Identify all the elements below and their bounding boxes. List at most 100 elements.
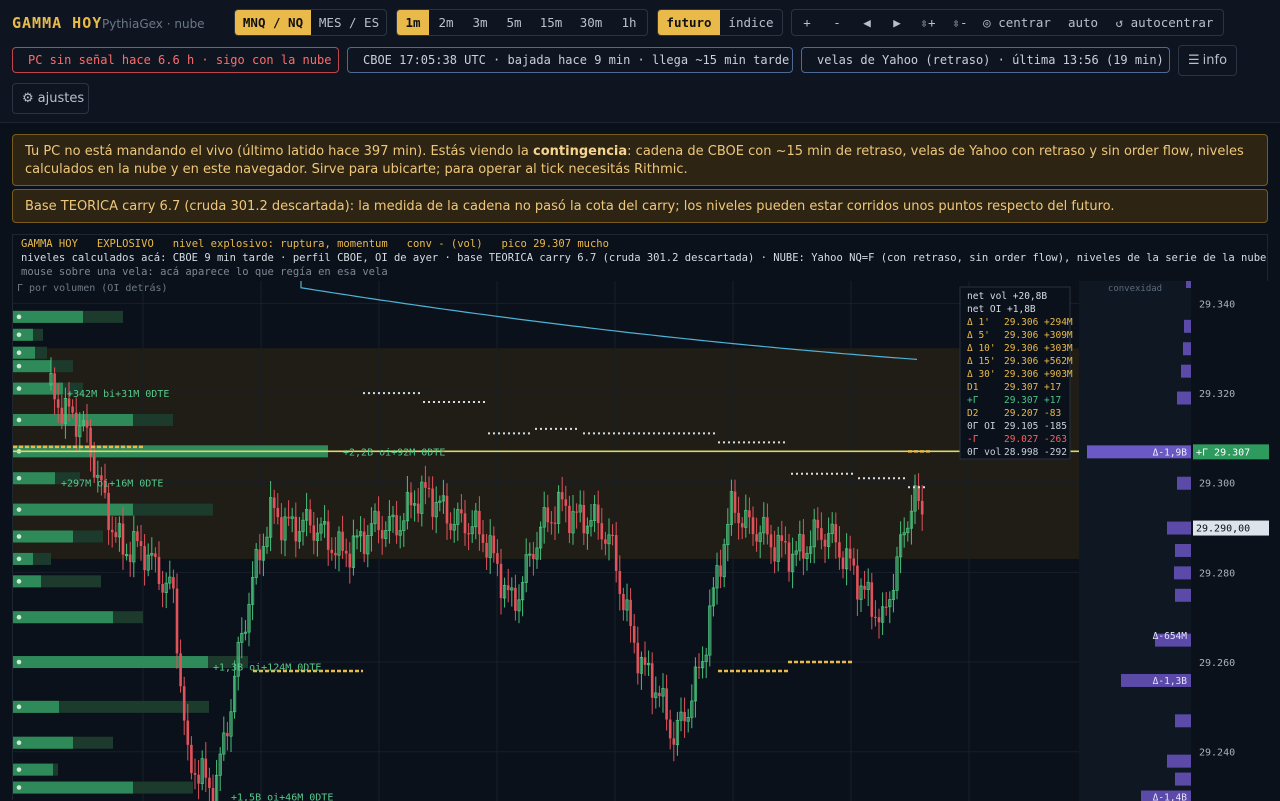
info-label: info: [1202, 53, 1228, 68]
chart-panel[interactable]: GAMMA HOY EXPLOSIVO nivel explosivo: rup…: [12, 234, 1269, 801]
candle-body: [416, 503, 420, 514]
convexity-bar: [1186, 281, 1191, 288]
convexity-bar: [1175, 714, 1191, 728]
candle-body: [478, 510, 481, 535]
candle-body: [643, 657, 647, 665]
timeframe-1m-button[interactable]: 1m: [397, 10, 429, 35]
candle-body: [668, 719, 672, 739]
candle-body: [596, 504, 600, 524]
candle-body: [179, 653, 182, 687]
regime-badge: EXPLOSIVO: [96, 238, 154, 250]
candle-body: [629, 599, 632, 627]
candle-body: [841, 557, 845, 569]
hover-hint: mouse sobre una vela: acá aparece lo que…: [21, 266, 388, 278]
key-level-delta-label: Δ-1,9B: [1153, 447, 1188, 458]
convexity-bar: [1167, 754, 1191, 768]
candle-body: [780, 535, 784, 541]
candle-body: [816, 519, 820, 529]
candle-body: [341, 531, 344, 551]
timeframe-5m-button[interactable]: 5m: [497, 10, 531, 35]
panel-row-key: Δ 15': [967, 356, 996, 367]
pan-left-button[interactable]: ◀: [852, 10, 882, 35]
panel-row-key: 0Γ OI: [967, 421, 996, 432]
candle-body: [460, 509, 463, 514]
gex-marker-icon: [16, 614, 22, 620]
candle-body: [121, 523, 125, 555]
candle-body: [427, 487, 431, 490]
convexity-bar: [1181, 364, 1191, 378]
instrument-mnq-button[interactable]: MNQ / NQ: [235, 10, 311, 35]
candle-body: [769, 534, 773, 548]
candle-body: [85, 420, 89, 428]
gear-icon: ⚙: [22, 91, 34, 106]
timeframe-2m-button[interactable]: 2m: [429, 10, 463, 35]
gex-bar-volume: [13, 736, 73, 749]
candle-body: [424, 482, 427, 488]
candle-body: [326, 521, 330, 550]
brand-subtitle: PythiaGex · nube: [102, 17, 205, 31]
key-level-tag-label: +Γ 29.307: [1196, 447, 1250, 458]
timeframe-30m-button[interactable]: 30m: [571, 10, 611, 35]
candle-body: [532, 554, 535, 560]
convexity-value-label: Δ-654M: [1153, 631, 1188, 642]
gex-marker-icon: [16, 767, 22, 772]
candle-body: [161, 583, 164, 593]
cboe-status-text: CBOE 17:05:38 UTC · bajada hace 9 min · …: [363, 53, 790, 67]
gex-bar-volume: [13, 781, 133, 794]
levels-info-line: niveles calculados acá: CBOE 9 min tarde…: [21, 252, 1267, 264]
instrument-mes-button[interactable]: MES / ES: [311, 10, 386, 35]
zoom-out-button[interactable]: -: [822, 10, 852, 35]
panel-row-key: Δ 5': [967, 330, 990, 341]
candle-body: [575, 511, 578, 513]
convexity-panel: [1079, 281, 1191, 801]
gex-marker-icon: [16, 556, 22, 562]
candle-body: [330, 549, 334, 553]
candle-body: [348, 553, 352, 568]
candle-body: [877, 617, 881, 623]
zoom-in-button[interactable]: +: [792, 10, 822, 35]
vertical-zoom-in-button[interactable]: ⇳+: [912, 10, 944, 35]
panel-row-value: 29.307 +17: [1004, 382, 1061, 393]
convexity-bar: [1177, 391, 1191, 405]
candle-body: [622, 593, 625, 611]
candle-body: [449, 523, 452, 531]
source-indice-button[interactable]: índice: [720, 10, 782, 35]
gex-marker-icon: [16, 704, 22, 710]
timeframe-15m-button[interactable]: 15m: [531, 10, 571, 35]
candle-body: [186, 720, 190, 745]
gex-marker-icon: [16, 659, 22, 665]
candle-body: [445, 495, 449, 524]
convexity-bar: [1183, 342, 1191, 356]
candle-body: [582, 505, 586, 534]
candle-body: [672, 738, 676, 745]
pc-status-badge: PC sin señal hace 6.6 h · sigo con la nu…: [12, 47, 339, 73]
candle-body: [136, 531, 139, 542]
candle-body: [658, 692, 661, 697]
y-axis-tick: 29.300: [1199, 479, 1235, 490]
candle-body: [71, 406, 74, 413]
candle-body: [492, 535, 496, 554]
gex-marker-icon: [16, 363, 22, 369]
convexity-value-label: Δ-1,3B: [1153, 676, 1188, 687]
pan-right-button[interactable]: ▶: [882, 10, 912, 35]
gex-bar-volume: [13, 346, 35, 359]
timeframe-1h-button[interactable]: 1h: [611, 10, 647, 35]
candle-body: [499, 563, 503, 599]
timeframe-3m-button[interactable]: 3m: [463, 10, 497, 35]
y-axis-tick: 29.240: [1199, 748, 1235, 759]
price-chart[interactable]: convexidad Γ por volumen (OI detrás) +342…: [13, 281, 1269, 801]
candle-body: [175, 588, 179, 654]
gex-marker-icon: [16, 579, 22, 584]
candle-body: [294, 516, 298, 542]
center-button[interactable]: ◎ centrar: [976, 10, 1058, 35]
source-futuro-button[interactable]: futuro: [658, 10, 720, 35]
info-button[interactable]: ☰ info: [1178, 45, 1237, 76]
vertical-zoom-out-button[interactable]: ⇳-: [944, 10, 976, 35]
settings-button[interactable]: ⚙ ajustes: [12, 83, 89, 114]
auto-button[interactable]: auto: [1058, 10, 1108, 35]
autocenter-button[interactable]: ↺ autocentrar: [1108, 10, 1221, 35]
candle-body: [143, 546, 146, 571]
candle-body: [280, 517, 283, 541]
convexity-label: convexidad: [1108, 284, 1162, 294]
candle-body: [258, 549, 262, 561]
